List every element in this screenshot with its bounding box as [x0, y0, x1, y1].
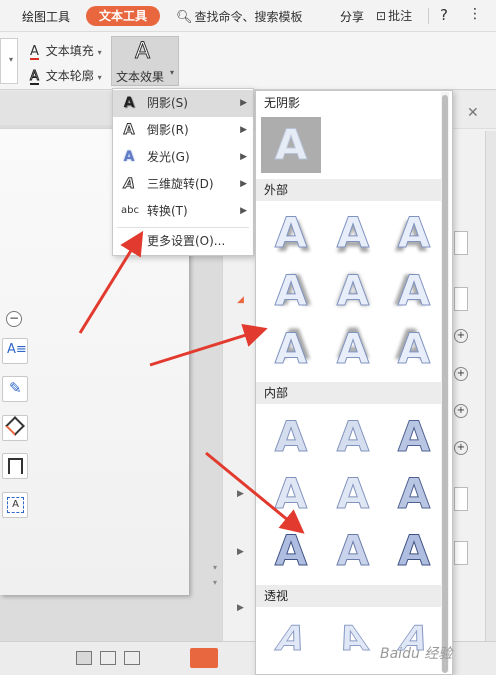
brush-tool-icon[interactable]: ✎	[2, 376, 28, 402]
submenu-arrow-icon: ▶	[240, 125, 247, 135]
submenu-arrow-icon: ▶	[240, 206, 247, 216]
zoom-out-icon[interactable]: −	[6, 311, 22, 327]
close-icon[interactable]: ✕	[467, 105, 479, 121]
text-fill-button[interactable]: A 文本填充 ▾	[30, 42, 102, 60]
menu-item-reflection[interactable]: A 倒影(R) ▶	[113, 117, 253, 144]
share-button[interactable]: 分享	[340, 8, 364, 25]
shadow-option-outer[interactable]: A	[394, 266, 434, 316]
section-outer: 外部	[256, 179, 444, 201]
shadow-gallery-panel: 无阴影 A 外部 A A A A A A A A A 内部 A A A A A …	[255, 90, 453, 675]
menu-item-more-settings[interactable]: 更多设置(O)...	[113, 228, 253, 255]
baidu-watermark: Baidu 经验	[380, 646, 453, 662]
menu-item-transform[interactable]: abc 转换(T) ▶	[113, 198, 253, 225]
view-normal-icon[interactable]	[76, 651, 92, 665]
collapse-arrow-icon[interactable]: ▶	[237, 603, 244, 613]
view-grid-icon[interactable]	[100, 651, 116, 665]
shadow-a-icon: A	[123, 95, 135, 111]
annotate-icon: ⊡	[376, 9, 387, 23]
chevron-down-icon: ▾	[97, 73, 102, 82]
glow-a-icon: A	[123, 149, 135, 165]
text-effect-icon: A	[134, 39, 151, 65]
shadow-option-inner[interactable]: A	[394, 412, 434, 462]
transform-abc-icon: abc	[121, 205, 139, 216]
menu-item-shadow[interactable]: A 阴影(S) ▶	[113, 90, 253, 117]
shadow-option-inner[interactable]: A	[394, 469, 434, 519]
panel-dropdown[interactable]	[454, 287, 468, 311]
shadow-option-outer[interactable]: A	[333, 208, 373, 258]
submenu-arrow-icon: ▶	[240, 98, 247, 108]
text-outline-button[interactable]: A 文本轮廓 ▾	[30, 67, 102, 85]
shadow-option-outer[interactable]: A	[333, 266, 373, 316]
shadow-option-outer[interactable]: A	[271, 208, 311, 258]
shadow-option-inner[interactable]: A	[333, 526, 373, 576]
panel-dropdown[interactable]	[454, 541, 468, 565]
text-effects-menu: A 阴影(S) ▶ A 倒影(R) ▶ A 发光(G) ▶ A 三维旋转(D) …	[112, 88, 254, 256]
section-inner: 内部	[256, 382, 444, 404]
menu-item-glow[interactable]: A 发光(G) ▶	[113, 144, 253, 171]
chevron-down-icon: ▾	[170, 68, 175, 77]
shadow-option-outer[interactable]: A	[271, 324, 311, 374]
text-outline-icon: A	[30, 69, 39, 85]
submenu-arrow-icon: ▶	[240, 152, 247, 162]
shadow-option-inner[interactable]: A	[333, 412, 373, 462]
collapse-arrow-icon[interactable]: ▶	[237, 489, 244, 499]
text-select-tool-icon[interactable]: A≡	[2, 338, 28, 364]
scroll-up-icon[interactable]: ▾	[213, 563, 217, 572]
shadow-option-outer[interactable]: A	[394, 324, 434, 374]
shadow-option-inner[interactable]: A	[333, 469, 373, 519]
shadow-option-outer[interactable]: A	[394, 208, 434, 258]
search-command[interactable]: 🔍︎ 查找命令、搜索模板	[176, 8, 303, 25]
font-size-dropdown[interactable]: ▾	[0, 38, 18, 84]
add-icon[interactable]: +	[454, 367, 468, 381]
text-effect-button[interactable]: A 文本效果 ▾	[111, 36, 179, 86]
shadow-option-outer[interactable]: A	[271, 266, 311, 316]
shadow-option-inner[interactable]: A	[271, 412, 311, 462]
frame-tool-icon[interactable]	[2, 453, 28, 479]
help-button[interactable]: ?	[440, 6, 448, 24]
right-toolbar	[485, 131, 496, 641]
panel-dropdown[interactable]	[454, 231, 468, 255]
fill-tool-icon[interactable]	[2, 415, 28, 441]
annotate-button[interactable]: ⊡ 批注	[376, 7, 412, 24]
search-icon: 🔍︎	[176, 10, 193, 25]
collapse-arrow-icon[interactable]: ▶	[237, 547, 244, 557]
shadow-option-perspective[interactable]: A	[325, 614, 381, 664]
shadow-option-inner[interactable]: A	[271, 526, 311, 576]
tab-text-tools[interactable]: 文本工具	[86, 6, 160, 26]
section-no-shadow: 无阴影	[256, 92, 444, 114]
shadow-option-inner[interactable]: A	[271, 469, 311, 519]
3d-rotation-a-icon: A	[122, 176, 137, 193]
add-icon[interactable]: +	[454, 441, 468, 455]
shadow-option-perspective[interactable]: A	[263, 614, 319, 664]
add-icon[interactable]: +	[454, 329, 468, 343]
view-reading-icon[interactable]	[124, 651, 140, 665]
more-options-button[interactable]: ⋮	[468, 6, 482, 22]
chevron-down-icon: ▾	[9, 55, 14, 64]
text-box-tool-icon[interactable]: A	[2, 492, 28, 518]
text-fill-icon: A	[30, 44, 39, 60]
menubar-divider	[428, 8, 429, 24]
shadow-option-outer[interactable]: A	[333, 324, 373, 374]
scroll-down-icon[interactable]: ▾	[213, 578, 217, 587]
tab-drawing-tools[interactable]: 绘图工具	[22, 8, 70, 25]
reflection-a-icon: A	[123, 122, 135, 139]
section-perspective: 透视	[256, 585, 444, 607]
submenu-arrow-icon: ▶	[240, 179, 247, 189]
shadow-option-inner[interactable]: A	[394, 526, 434, 576]
menu-item-3d-rotation[interactable]: A 三维旋转(D) ▶	[113, 171, 253, 198]
panel-dropdown[interactable]	[454, 487, 468, 511]
gallery-scroll-thumb[interactable]	[442, 95, 448, 673]
shadow-option-none[interactable]: A	[261, 117, 321, 173]
add-icon[interactable]: +	[454, 404, 468, 418]
chevron-down-icon: ▾	[97, 48, 102, 57]
slideshow-play-button[interactable]	[190, 648, 218, 668]
expand-arrow-icon[interactable]: ◢	[237, 295, 244, 305]
